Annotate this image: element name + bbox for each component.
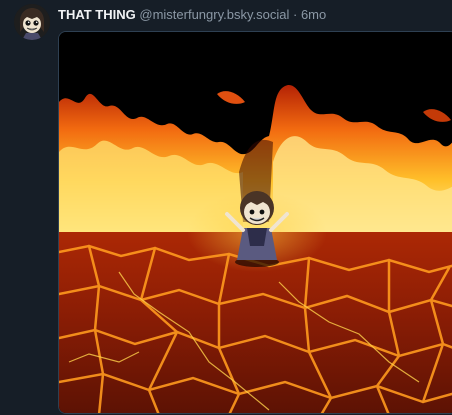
avatar-character-icon	[14, 4, 50, 40]
post-timestamp[interactable]: 6mo	[301, 7, 326, 22]
author-handle[interactable]: @misterfungry.bsky.social	[139, 7, 289, 22]
post-card[interactable]: THAT THING @misterfungry.bsky.social · 6…	[0, 0, 452, 415]
post-media[interactable]	[58, 31, 452, 414]
lava-scene-image	[59, 32, 452, 413]
post-header: THAT THING @misterfungry.bsky.social · 6…	[58, 6, 326, 24]
author-avatar[interactable]	[14, 4, 50, 40]
author-name[interactable]: THAT THING	[58, 7, 136, 22]
meta-separator: ·	[292, 7, 298, 22]
